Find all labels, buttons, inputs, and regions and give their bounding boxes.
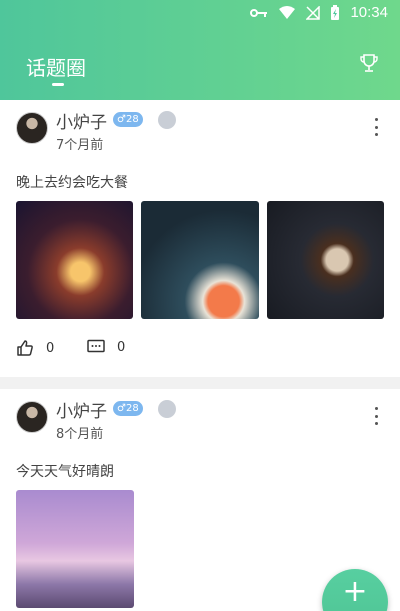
header-bar: 10:34 话题圈 xyxy=(0,0,400,100)
trophy-icon[interactable] xyxy=(358,52,380,74)
wifi-icon xyxy=(279,5,296,19)
topic-feed[interactable]: 小炉子 ♂28 7个月前 晚上去约会吃大餐 0 0 小炉子 ♂28 8个月前 今… xyxy=(0,100,400,611)
sunset-pier-photo[interactable] xyxy=(16,490,134,608)
gender-age-badge: ♂28 xyxy=(113,112,143,127)
like-button[interactable]: 0 xyxy=(16,339,54,357)
comment-icon xyxy=(87,339,105,353)
comment-count: 0 xyxy=(117,339,126,355)
more-options-icon[interactable] xyxy=(368,407,384,425)
couple-dinner-photo[interactable] xyxy=(16,201,134,319)
author-name[interactable]: 小炉子 xyxy=(56,108,107,133)
active-tab-indicator xyxy=(52,83,64,86)
comment-button[interactable]: 0 xyxy=(87,339,125,355)
coffee-photo[interactable] xyxy=(266,201,384,319)
status-bar: 10:34 xyxy=(0,0,400,28)
photo-grid xyxy=(0,201,400,319)
post-time: 8个月前 xyxy=(56,427,104,442)
level-badge-icon xyxy=(158,111,176,129)
author-name[interactable]: 小炉子 xyxy=(56,397,107,422)
sushi-photo[interactable] xyxy=(141,201,259,319)
thumbs-up-icon xyxy=(17,340,33,356)
status-time: 10:34 xyxy=(350,4,388,21)
level-badge-icon xyxy=(158,400,176,418)
post-text: 晚上去约会吃大餐 xyxy=(16,175,128,191)
post-time: 7个月前 xyxy=(56,138,104,153)
gender-age-badge: ♂28 xyxy=(113,401,143,416)
plus-icon: + xyxy=(342,574,368,609)
signal-off-icon xyxy=(306,5,321,20)
key-icon xyxy=(250,8,268,17)
like-count: 0 xyxy=(46,340,55,356)
avatar[interactable] xyxy=(16,112,48,144)
page-title[interactable]: 话题圈 xyxy=(26,52,86,81)
post-text: 今天天气好晴朗 xyxy=(16,464,114,480)
avatar[interactable] xyxy=(16,401,48,433)
more-options-icon[interactable] xyxy=(368,118,384,136)
post-card[interactable]: 小炉子 ♂28 7个月前 晚上去约会吃大餐 0 0 xyxy=(0,100,400,377)
battery-charging-icon xyxy=(331,4,340,20)
